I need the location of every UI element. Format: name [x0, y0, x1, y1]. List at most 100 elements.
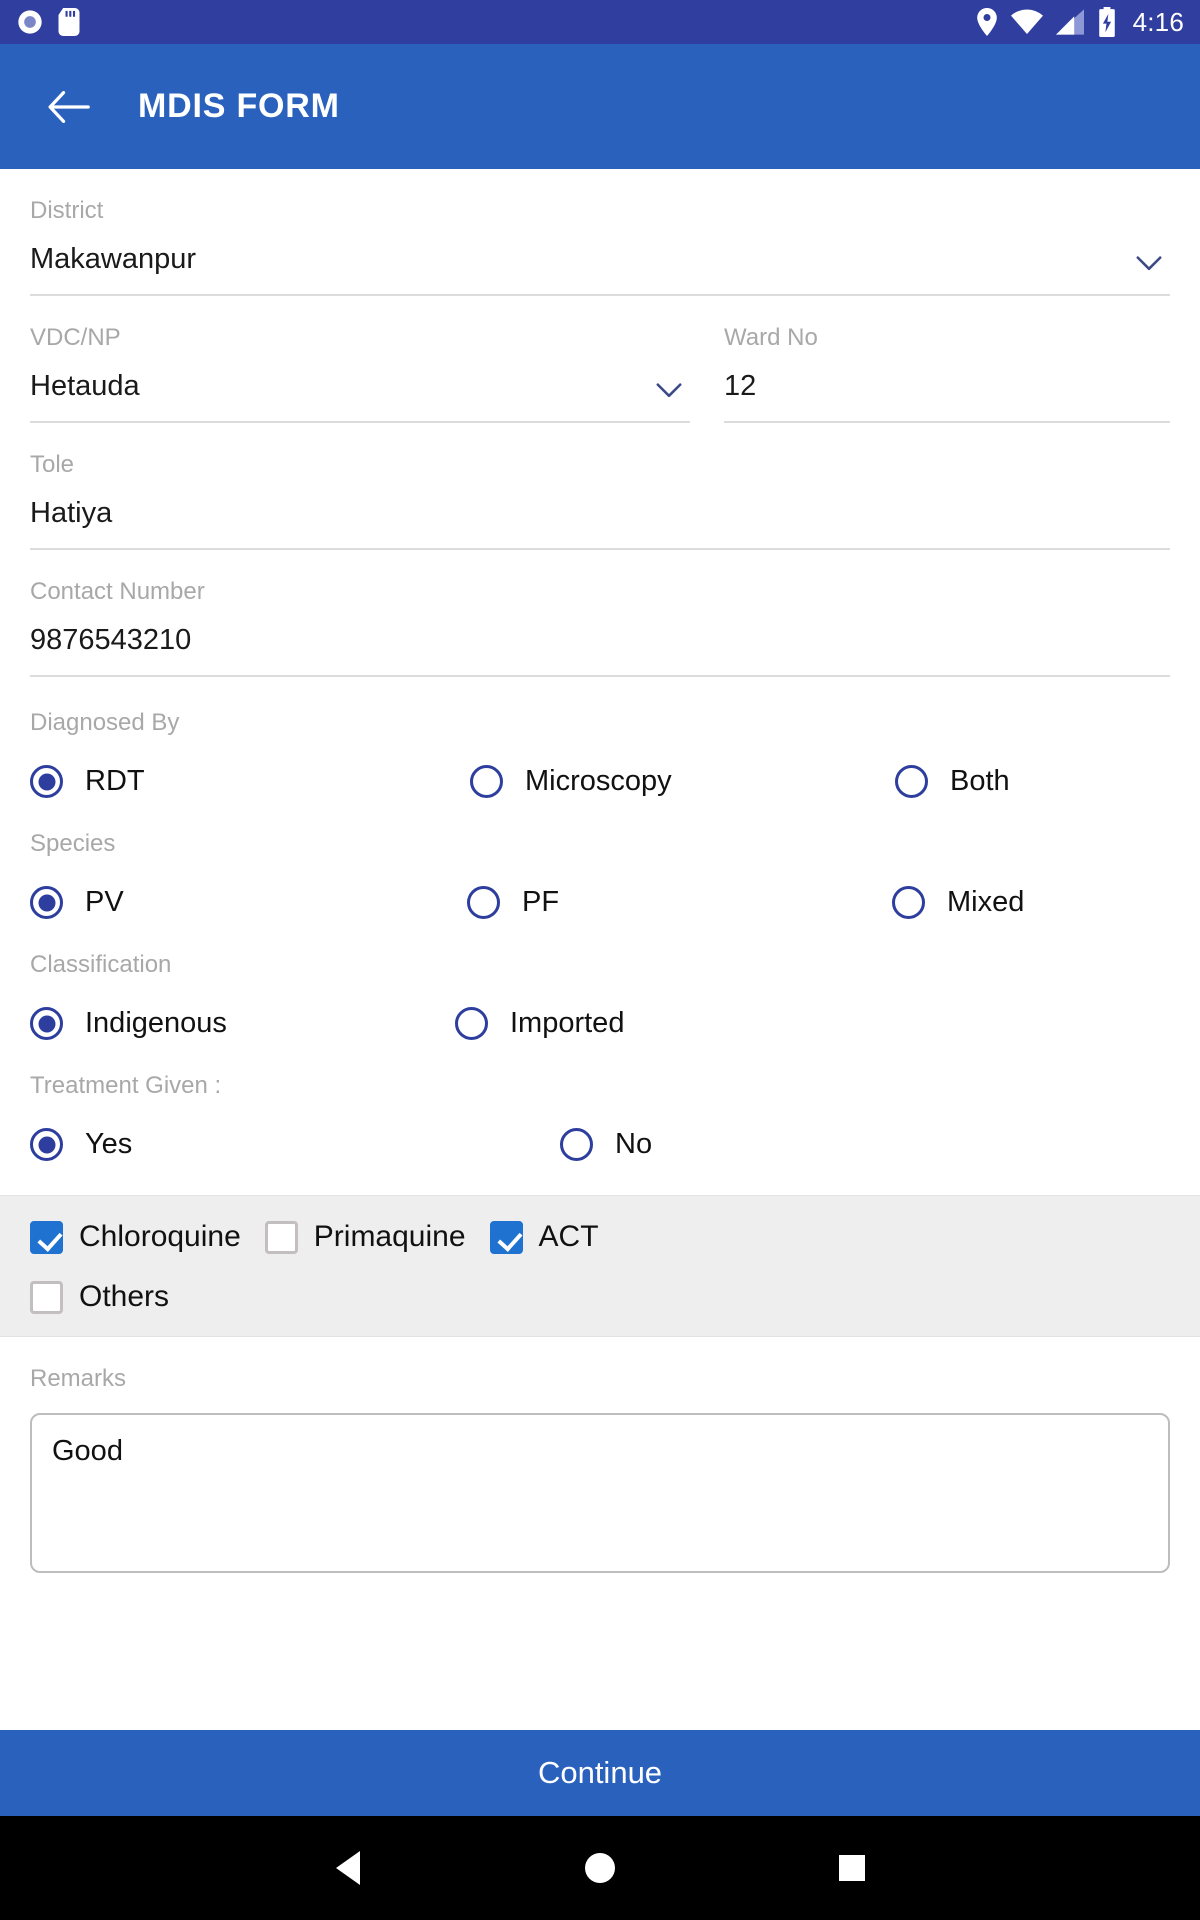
- nav-home-icon: [585, 1853, 615, 1883]
- radio-option-yes[interactable]: Yes: [30, 1128, 560, 1161]
- radio-label: RDT: [85, 765, 145, 797]
- radio-label: Indigenous: [85, 1007, 227, 1039]
- radio-indicator: [455, 1007, 488, 1040]
- nav-recents-button[interactable]: [816, 1832, 888, 1904]
- radio-option-indigenous[interactable]: Indigenous: [30, 1007, 455, 1040]
- radio-option-both[interactable]: Both: [895, 765, 1010, 798]
- radio-label: Mixed: [947, 886, 1025, 918]
- checkbox-label: ACT: [538, 1220, 599, 1253]
- radio-option-microscopy[interactable]: Microscopy: [470, 765, 895, 798]
- group-classification: Classification Indigenous Imported: [30, 919, 1170, 1040]
- battery-charging-icon: [1098, 7, 1115, 37]
- row-vdc-ward: VDC/NP Hetauda Ward No 12: [30, 296, 1170, 423]
- checkbox-label: Chloroquine: [79, 1220, 241, 1253]
- field-district: District Makawanpur: [30, 169, 1170, 296]
- nav-back-icon: [336, 1851, 360, 1885]
- field-ward-no: Ward No 12: [724, 326, 1170, 423]
- medications-section: Chloroquine Primaquine ACT Others: [0, 1195, 1200, 1337]
- back-button[interactable]: [38, 76, 100, 138]
- checkbox-option-chloroquine[interactable]: Chloroquine: [30, 1220, 241, 1254]
- field-vdc-np: VDC/NP Hetauda: [30, 326, 690, 423]
- tole-input[interactable]: Hatiya: [30, 499, 1170, 550]
- radio-indicator: [30, 1128, 63, 1161]
- radio-option-mixed[interactable]: Mixed: [892, 886, 1024, 919]
- vdc-np-label: VDC/NP: [30, 324, 121, 351]
- sd-card-icon: [58, 8, 80, 36]
- radio-indicator: [470, 765, 503, 798]
- contact-number-label: Contact Number: [30, 578, 205, 605]
- radio-label: Yes: [85, 1128, 133, 1160]
- diagnosed-by-radio-group: RDT Microscopy Both: [30, 765, 1170, 798]
- species-radio-group: PV PF Mixed: [30, 886, 1170, 919]
- ward-no-label: Ward No: [724, 324, 818, 351]
- radio-option-no[interactable]: No: [560, 1128, 652, 1161]
- treatment-given-radio-group: Yes No: [30, 1128, 1170, 1161]
- status-bar-left-icons: [16, 8, 80, 36]
- nav-home-button[interactable]: [564, 1832, 636, 1904]
- checkbox-option-act[interactable]: ACT: [489, 1220, 599, 1254]
- radio-indicator: [30, 1007, 63, 1040]
- radio-option-imported[interactable]: Imported: [455, 1007, 624, 1040]
- checkbox-indicator: [30, 1220, 63, 1254]
- form-body: District Makawanpur VDC/NP Hetauda Ward …: [0, 169, 1200, 1920]
- tole-value: Hatiya: [30, 497, 113, 529]
- vdc-np-select[interactable]: Hetauda: [30, 372, 690, 423]
- district-value: Makawanpur: [30, 243, 197, 275]
- android-nav-bar: [0, 1816, 1200, 1920]
- signal-bars-icon: [1055, 9, 1084, 35]
- radio-indicator: [892, 886, 925, 919]
- page-title: MDIS FORM: [138, 87, 340, 125]
- mdis-form-screen: 4:16 MDIS FORM District Makawanpur VDC/N…: [0, 0, 1200, 1920]
- radio-indicator: [895, 765, 928, 798]
- status-bar: 4:16: [0, 0, 1200, 44]
- remarks-textarea[interactable]: Good: [30, 1413, 1170, 1573]
- classification-label: Classification: [30, 951, 172, 978]
- radio-label: Microscopy: [525, 765, 672, 797]
- nav-recents-icon: [839, 1855, 865, 1881]
- checkbox-indicator: [264, 1220, 298, 1254]
- remarks-label: Remarks: [30, 1365, 127, 1392]
- medications-row-2: Others: [30, 1280, 1170, 1314]
- radio-indicator: [560, 1128, 593, 1161]
- group-species: Species PV PF Mixed: [30, 798, 1170, 919]
- tole-label: Tole: [30, 451, 75, 478]
- species-label: Species: [30, 830, 116, 857]
- radio-option-pv[interactable]: PV: [30, 886, 467, 919]
- radio-indicator: [30, 765, 63, 798]
- status-bar-clock: 4:16: [1132, 6, 1184, 37]
- checkbox-indicator: [30, 1280, 63, 1314]
- diagnosed-by-label: Diagnosed By: [30, 709, 180, 736]
- back-arrow-icon: [48, 90, 90, 123]
- continue-button[interactable]: Continue: [0, 1730, 1200, 1816]
- field-tole: Tole Hatiya: [30, 423, 1170, 550]
- radio-label: PF: [522, 886, 560, 918]
- radio-option-rdt[interactable]: RDT: [30, 765, 470, 798]
- checkbox-option-primaquine[interactable]: Primaquine: [264, 1220, 466, 1254]
- wifi-icon: [1010, 9, 1043, 34]
- group-diagnosed-by: Diagnosed By RDT Microscopy Both: [30, 677, 1170, 798]
- radio-indicator: [30, 886, 63, 919]
- vdc-np-value: Hetauda: [30, 370, 140, 402]
- contact-number-value: 9876543210: [30, 624, 192, 656]
- chevron-down-icon: [1136, 256, 1162, 271]
- radio-label: No: [615, 1128, 653, 1160]
- checkbox-option-others[interactable]: Others: [30, 1280, 169, 1314]
- radio-label: Imported: [510, 1007, 625, 1039]
- ward-no-input[interactable]: 12: [724, 372, 1170, 423]
- contact-number-input[interactable]: 9876543210: [30, 626, 1170, 677]
- radio-label: Both: [950, 765, 1010, 797]
- checkbox-label: Primaquine: [313, 1220, 466, 1253]
- treatment-given-label: Treatment Given :: [30, 1072, 222, 1099]
- nav-back-button[interactable]: [312, 1832, 384, 1904]
- radio-option-pf[interactable]: PF: [467, 886, 892, 919]
- field-contact-number: Contact Number 9876543210: [30, 550, 1170, 677]
- district-select[interactable]: Makawanpur: [30, 245, 1170, 296]
- checkbox-label: Others: [79, 1280, 170, 1313]
- status-bar-right-icons: 4:16: [976, 7, 1184, 38]
- location-pin-icon: [976, 8, 997, 36]
- classification-radio-group: Indigenous Imported: [30, 1007, 1170, 1040]
- field-remarks: Remarks Good: [30, 1337, 1170, 1573]
- chevron-down-icon: [656, 383, 682, 398]
- radio-indicator: [467, 886, 500, 919]
- group-treatment-given: Treatment Given : Yes No: [30, 1040, 1170, 1161]
